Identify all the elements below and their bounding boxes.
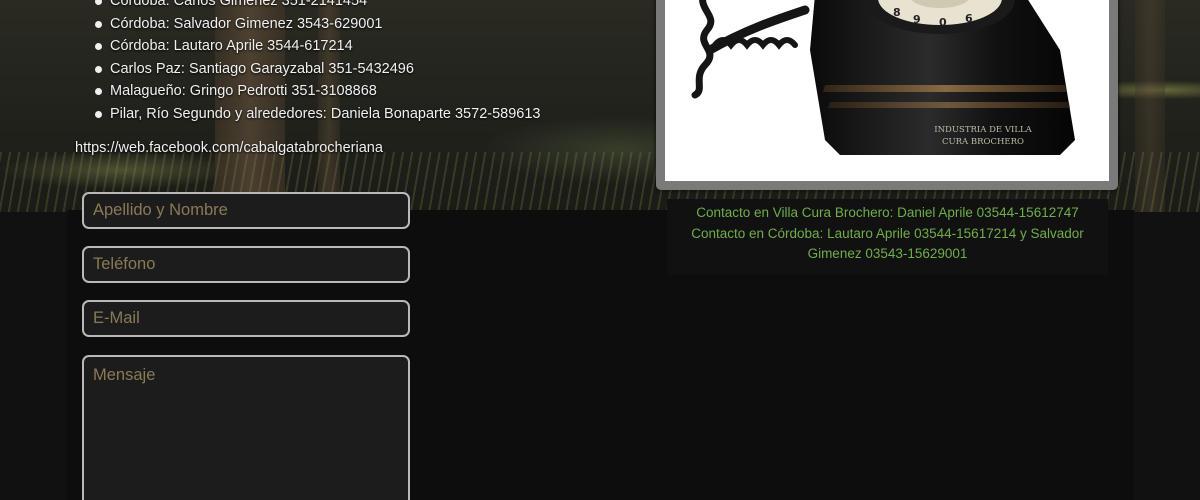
caption-line: Gimenez 03543-15629001 (807, 246, 968, 261)
list-item: Córdoba: Carlos Gimenez 351-2141454 (95, 0, 540, 13)
telephone-icon: 89 0 6 INDUSTRIA DE VILLA CURA BROCHERO (691, 0, 1075, 155)
engraving-line1: INDUSTRIA DE VILLA (934, 125, 1032, 135)
list-item: Córdoba: Salvador Gimenez 3543-629001 (95, 13, 540, 36)
rotary-phone-image: 89 0 6 INDUSTRIA DE VILLA CURA BROCHERO (665, 0, 1109, 181)
svg-text:8: 8 (893, 6, 901, 19)
contact-list: Córdoba: Carlos Gimenez 351-2141454 Córd… (95, 0, 540, 125)
list-item: Carlos Paz: Santiago Garayzabal 351-5432… (95, 58, 540, 81)
email-field[interactable] (82, 300, 410, 337)
svg-text:0: 0 (939, 16, 947, 29)
facebook-link[interactable]: https://web.facebook.com/cabalgatabroche… (75, 140, 383, 156)
contact-caption: Contacto en Villa Cura Brochero: Daniel … (667, 199, 1108, 275)
name-field[interactable] (82, 192, 410, 229)
caption-line: Contacto en Córdoba: Lautaro Aprile 0354… (691, 225, 1084, 241)
svg-text:9: 9 (913, 13, 921, 26)
phone-field[interactable] (82, 246, 410, 283)
svg-text:6: 6 (965, 12, 973, 25)
list-item: Malagueño: Gringo Pedrotti 351-3108868 (95, 80, 540, 103)
list-item: Córdoba: Lautaro Aprile 3544-617214 (95, 35, 540, 58)
caption-line: Contacto en Villa Cura Brochero: Daniel … (696, 205, 1079, 220)
message-field[interactable] (82, 355, 410, 500)
photo-frame: 89 0 6 INDUSTRIA DE VILLA CURA BROCHERO (656, 0, 1118, 190)
engraving-line2: CURA BROCHERO (942, 137, 1024, 147)
list-item: Pilar, Río Segundo y alrededores: Daniel… (95, 103, 540, 126)
